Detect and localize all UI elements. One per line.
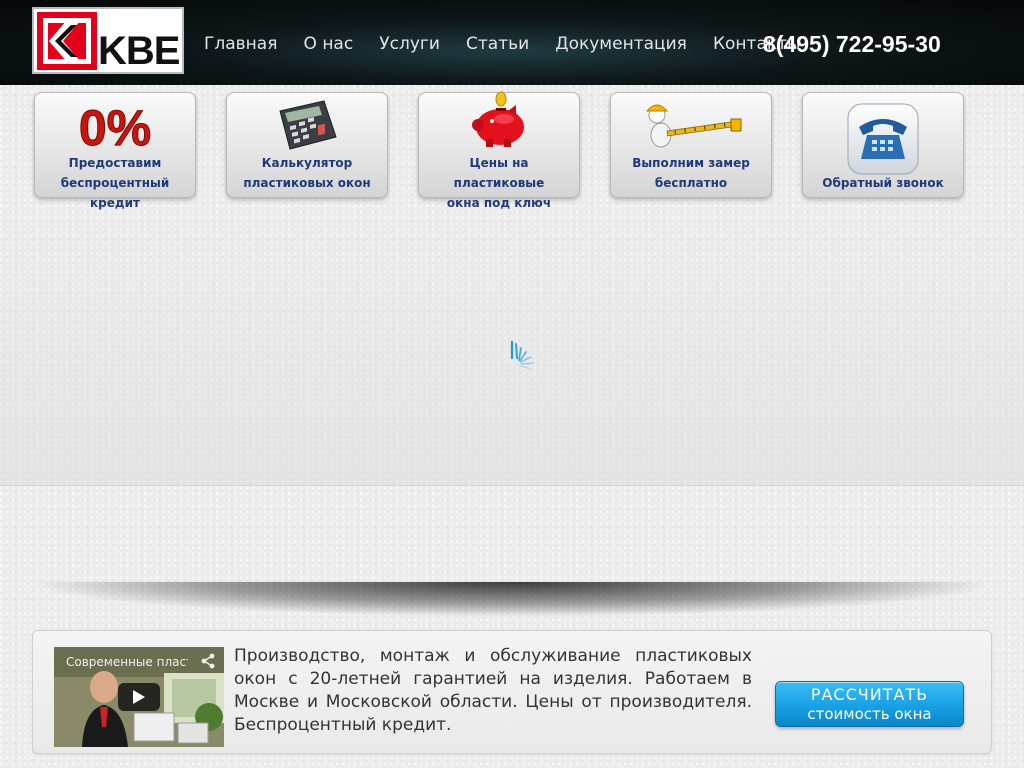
measuring-tape-icon — [611, 97, 771, 157]
tile-calculator[interactable]: Калькулятор пластиковых окон — [226, 92, 388, 198]
piggy-bank-icon — [419, 91, 579, 157]
share-icon[interactable] — [200, 653, 216, 669]
tile-measure[interactable]: Выполним замер бесплатно — [610, 92, 772, 198]
site-header: KBE Главная О нас Услуги Статьи Документ… — [0, 0, 1024, 85]
tile-measure-label: Выполним замер бесплатно — [615, 153, 767, 193]
cta-line1: РАССЧИТАТЬ — [810, 685, 929, 704]
tile-calculator-label: Калькулятор пластиковых окон — [231, 153, 383, 193]
logo-text: KBE — [98, 29, 180, 73]
header-phone[interactable]: 8(495) 722-95-30 — [763, 31, 941, 58]
tile-callback-label: Обратный звонок — [807, 153, 959, 193]
cta-line2: стоимость окна — [807, 705, 932, 723]
video-player[interactable]: Современные пласт — [54, 647, 224, 747]
video-title: Современные пласт — [66, 655, 188, 669]
tile-calculator-line2: пластиковых окон — [243, 176, 371, 190]
content-shadow — [40, 582, 984, 616]
tile-callback-line2: Обратный звонок — [822, 176, 944, 190]
kbe-logo-mark-icon — [37, 12, 97, 70]
play-button[interactable] — [118, 683, 160, 711]
company-description: Производство, монтаж и обслуживание плас… — [234, 646, 752, 735]
percent-icon-text: 0% — [79, 100, 151, 155]
info-panel: Современные пласт Производство, монтаж и… — [32, 630, 992, 754]
calculator-icon — [227, 97, 387, 157]
telephone-icon — [803, 97, 963, 175]
nav-item-services[interactable]: Услуги — [379, 34, 440, 54]
percent-icon: 0% — [35, 97, 195, 157]
loading-spinner-icon — [510, 340, 534, 370]
tile-prices[interactable]: Цены на пластиковые окна под ключ — [418, 91, 580, 210]
nav-item-home[interactable]: Главная — [204, 34, 277, 54]
tile-callback[interactable]: Обратный звонок — [802, 92, 964, 198]
play-icon — [133, 690, 145, 704]
tile-credit[interactable]: 0% Предоставим беспроцентный кредит — [34, 92, 196, 210]
nav-item-documentation[interactable]: Документация — [555, 34, 687, 54]
calculate-cost-button[interactable]: РАССЧИТАТЬ стоимость окна — [775, 681, 964, 727]
main-nav: Главная О нас Услуги Статьи Документация… — [204, 34, 821, 58]
tile-measure-line2: бесплатно — [654, 176, 728, 190]
tile-prices-line1: Цены на пластиковые — [453, 156, 545, 190]
tile-callback-line1 — [807, 153, 959, 173]
kbe-logo[interactable]: KBE — [32, 7, 184, 74]
nav-item-articles[interactable]: Статьи — [466, 34, 529, 54]
tile-credit-line1: Предоставим — [68, 156, 162, 170]
nav-item-about[interactable]: О нас — [304, 34, 354, 54]
tile-calculator-line1: Калькулятор — [261, 156, 353, 170]
tile-measure-line1: Выполним замер — [632, 156, 750, 170]
